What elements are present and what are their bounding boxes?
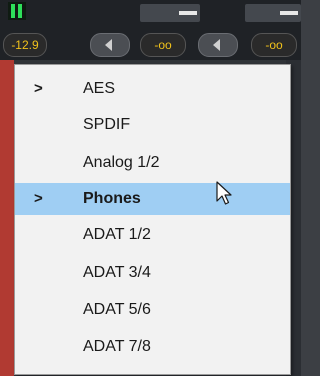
menu-item-label: ADAT 5/6 (83, 301, 151, 318)
channel-strip-selected (0, 60, 14, 376)
submenu-arrow-icon: > (34, 190, 43, 207)
level-meter-icon (8, 2, 26, 20)
triangle-left-icon (105, 39, 112, 51)
triangle-left-icon (213, 39, 220, 51)
channel-level-value[interactable]: -12.9 (3, 33, 47, 57)
menu-item-aes[interactable]: > AES (15, 73, 290, 105)
menu-item-adat-3-4[interactable]: ADAT 3/4 (15, 257, 290, 289)
fader-cap[interactable] (245, 4, 301, 22)
mouse-pointer-icon (216, 181, 232, 205)
channel-level-value[interactable]: -oo (140, 33, 186, 57)
menu-item-label: Analog 1/2 (83, 154, 160, 171)
menu-item-adat-1-2[interactable]: ADAT 1/2 (15, 219, 290, 251)
menu-item-adat-7-8[interactable]: ADAT 7/8 (15, 331, 290, 363)
fader-cap[interactable] (140, 4, 200, 22)
pan-left-button[interactable] (90, 33, 130, 57)
menu-item-adat-5-6[interactable]: ADAT 5/6 (15, 294, 290, 326)
menu-item-label: ADAT 7/8 (83, 338, 151, 355)
menu-item-label: SPDIF (83, 116, 131, 133)
menu-item-label: AES (83, 80, 116, 97)
menu-item-label: ADAT 3/4 (83, 264, 151, 281)
channel-level-value[interactable]: -oo (251, 33, 297, 57)
menu-item-label: Phones (83, 190, 141, 207)
output-select-menu: > AES SPDIF Analog 1/2 > Phones ADAT 1/2… (14, 64, 291, 375)
menu-item-phones[interactable]: > Phones (15, 183, 290, 215)
mixer-top-strip: -12.9 -oo -oo (0, 0, 301, 60)
menu-item-analog-1-2[interactable]: Analog 1/2 (15, 147, 290, 179)
menu-item-spdif[interactable]: SPDIF (15, 109, 290, 141)
submenu-arrow-icon: > (34, 80, 43, 97)
pan-left-button[interactable] (198, 33, 238, 57)
menu-item-label: ADAT 1/2 (83, 226, 151, 243)
